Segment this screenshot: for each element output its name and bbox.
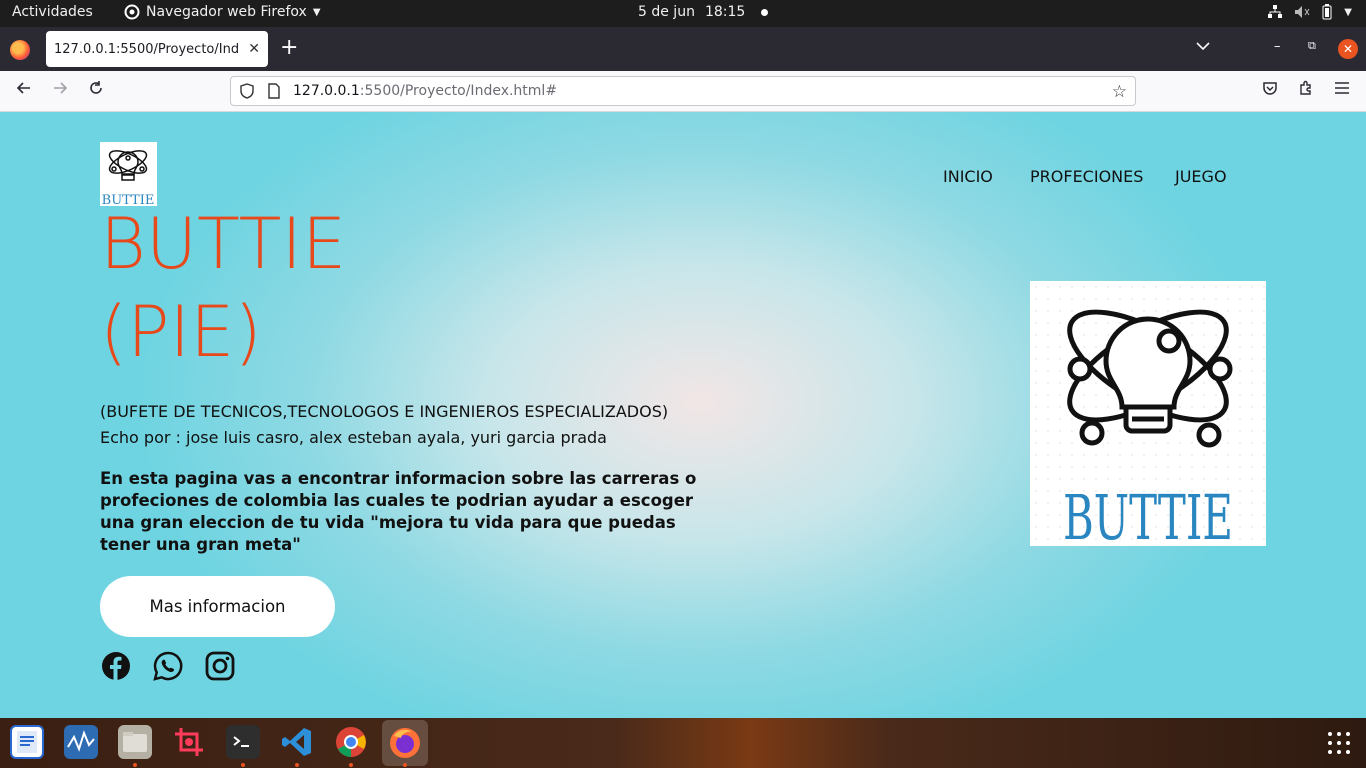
firefox-icon [390, 728, 420, 758]
reload-button[interactable] [84, 80, 108, 104]
minimize-button[interactable]: – [1274, 39, 1281, 54]
chevron-down-icon: ▼ [312, 6, 321, 18]
facebook-icon[interactable] [100, 650, 132, 682]
network-icon [1268, 5, 1283, 18]
web-page: BUTTIE INICIO PROFECIONES JUEGO BUTTIE (… [0, 112, 1366, 718]
pocket-icon [1263, 82, 1277, 95]
date-label: 5 de jun [638, 4, 695, 20]
url-host: 127.0.0.1 [293, 83, 360, 99]
tab-title: 127.0.0.1:5500/Proyecto/Ind [54, 41, 240, 57]
chevron-down-icon [1196, 42, 1210, 51]
running-indicator [241, 763, 245, 767]
app-menu-button[interactable] [1334, 80, 1350, 99]
new-tab-button[interactable]: + [280, 37, 298, 59]
url-bar[interactable]: 127.0.0.1:5500/Proyecto/Index.html# ☆ [230, 76, 1136, 106]
restore-button[interactable]: ⧉ [1308, 39, 1316, 53]
subtitle-line2: Echo por : jose luis casro, alex esteban… [100, 428, 607, 447]
url-path: :5500/Proyecto/Index.html# [359, 83, 558, 99]
pocket-button[interactable] [1262, 80, 1278, 100]
time-label: 18:15 [704, 4, 746, 20]
logo-large-text: BUTTIE [1063, 481, 1233, 546]
lightbulb-atom-logo-icon: BUTTIE [1063, 309, 1233, 554]
site-logo[interactable]: BUTTIE [100, 142, 157, 208]
hero-subtitle: (BUFETE DE TECNICOS,TECNOLOGOS E INGENIE… [100, 399, 668, 451]
hamburger-icon [1335, 82, 1349, 94]
nav-toolbar: 127.0.0.1:5500/Proyecto/Index.html# ☆ [0, 71, 1366, 112]
puzzle-icon [1300, 80, 1311, 95]
reload-icon [90, 81, 102, 94]
libreoffice-writer-icon[interactable] [10, 725, 44, 759]
hero-title-line2: (PIE) [100, 291, 262, 373]
show-applications-button[interactable] [1328, 732, 1350, 754]
hero-title: BUTTIE (PIE) [100, 200, 346, 376]
tab-active[interactable]: 127.0.0.1:5500/Proyecto/Ind ✕ [46, 31, 268, 67]
taskbar-dock [0, 718, 1366, 768]
nav-item-inicio[interactable]: INICIO [943, 167, 993, 186]
extensions-button[interactable] [1298, 80, 1314, 100]
whatsapp-icon[interactable] [152, 650, 184, 682]
window-close-button[interactable]: ✕ [1338, 39, 1358, 59]
list-all-tabs-button[interactable] [1196, 39, 1210, 55]
shield-icon[interactable] [239, 83, 255, 99]
nav-item-profeciones[interactable]: PROFECIONES [1030, 167, 1143, 186]
notification-dot [761, 8, 769, 16]
hero-description: En esta pagina vas a encontrar informaci… [100, 469, 697, 554]
chrome-icon[interactable] [334, 725, 368, 759]
forward-button[interactable] [48, 80, 72, 104]
system-monitor-icon[interactable] [64, 725, 98, 759]
terminal-icon[interactable] [226, 725, 260, 759]
system-tray[interactable]: ▼ [1268, 4, 1352, 20]
arrow-right-icon [54, 82, 68, 94]
tab-strip: 127.0.0.1:5500/Proyecto/Ind ✕ + – ⧉ ✕ [0, 27, 1366, 71]
activities-button[interactable]: Actividades [12, 4, 93, 20]
running-indicator [403, 763, 407, 767]
running-indicator [295, 763, 299, 767]
back-button[interactable] [12, 80, 36, 104]
arrow-left-icon [16, 82, 30, 94]
clock[interactable]: 5 de jun 18:15 [638, 4, 769, 20]
system-top-bar: Actividades Navegador web Firefox ▼ 5 de… [0, 0, 1366, 27]
page-icon[interactable] [267, 83, 281, 99]
hero-title-line1: BUTTIE [100, 203, 347, 285]
close-icon[interactable]: ✕ [248, 41, 260, 57]
screenshot-icon[interactable] [172, 725, 206, 759]
battery-icon [1322, 4, 1332, 20]
firefox-app-icon [124, 4, 140, 20]
firefox-dock-item-active[interactable] [382, 720, 428, 766]
volume-muted-icon [1295, 6, 1310, 18]
nav-item-juego[interactable]: JUEGO [1175, 167, 1227, 186]
running-indicator [349, 763, 353, 767]
firefox-view-icon[interactable] [10, 40, 30, 60]
running-indicator [133, 763, 137, 767]
lightbulb-atom-logo-icon: BUTTIE [102, 150, 154, 208]
bookmark-star-icon[interactable]: ☆ [1112, 82, 1127, 102]
more-info-button[interactable]: Mas informacion [100, 576, 335, 637]
files-icon[interactable] [118, 725, 152, 759]
app-menu-label: Navegador web Firefox [146, 4, 307, 20]
vscode-icon[interactable] [280, 725, 314, 759]
app-menu[interactable]: Navegador web Firefox ▼ [124, 4, 321, 20]
hero-logo-image: BUTTIE [1030, 281, 1266, 554]
instagram-icon[interactable] [204, 650, 236, 682]
subtitle-line1: (BUFETE DE TECNICOS,TECNOLOGOS E INGENIE… [100, 402, 669, 421]
chevron-down-icon: ▼ [1344, 6, 1352, 18]
